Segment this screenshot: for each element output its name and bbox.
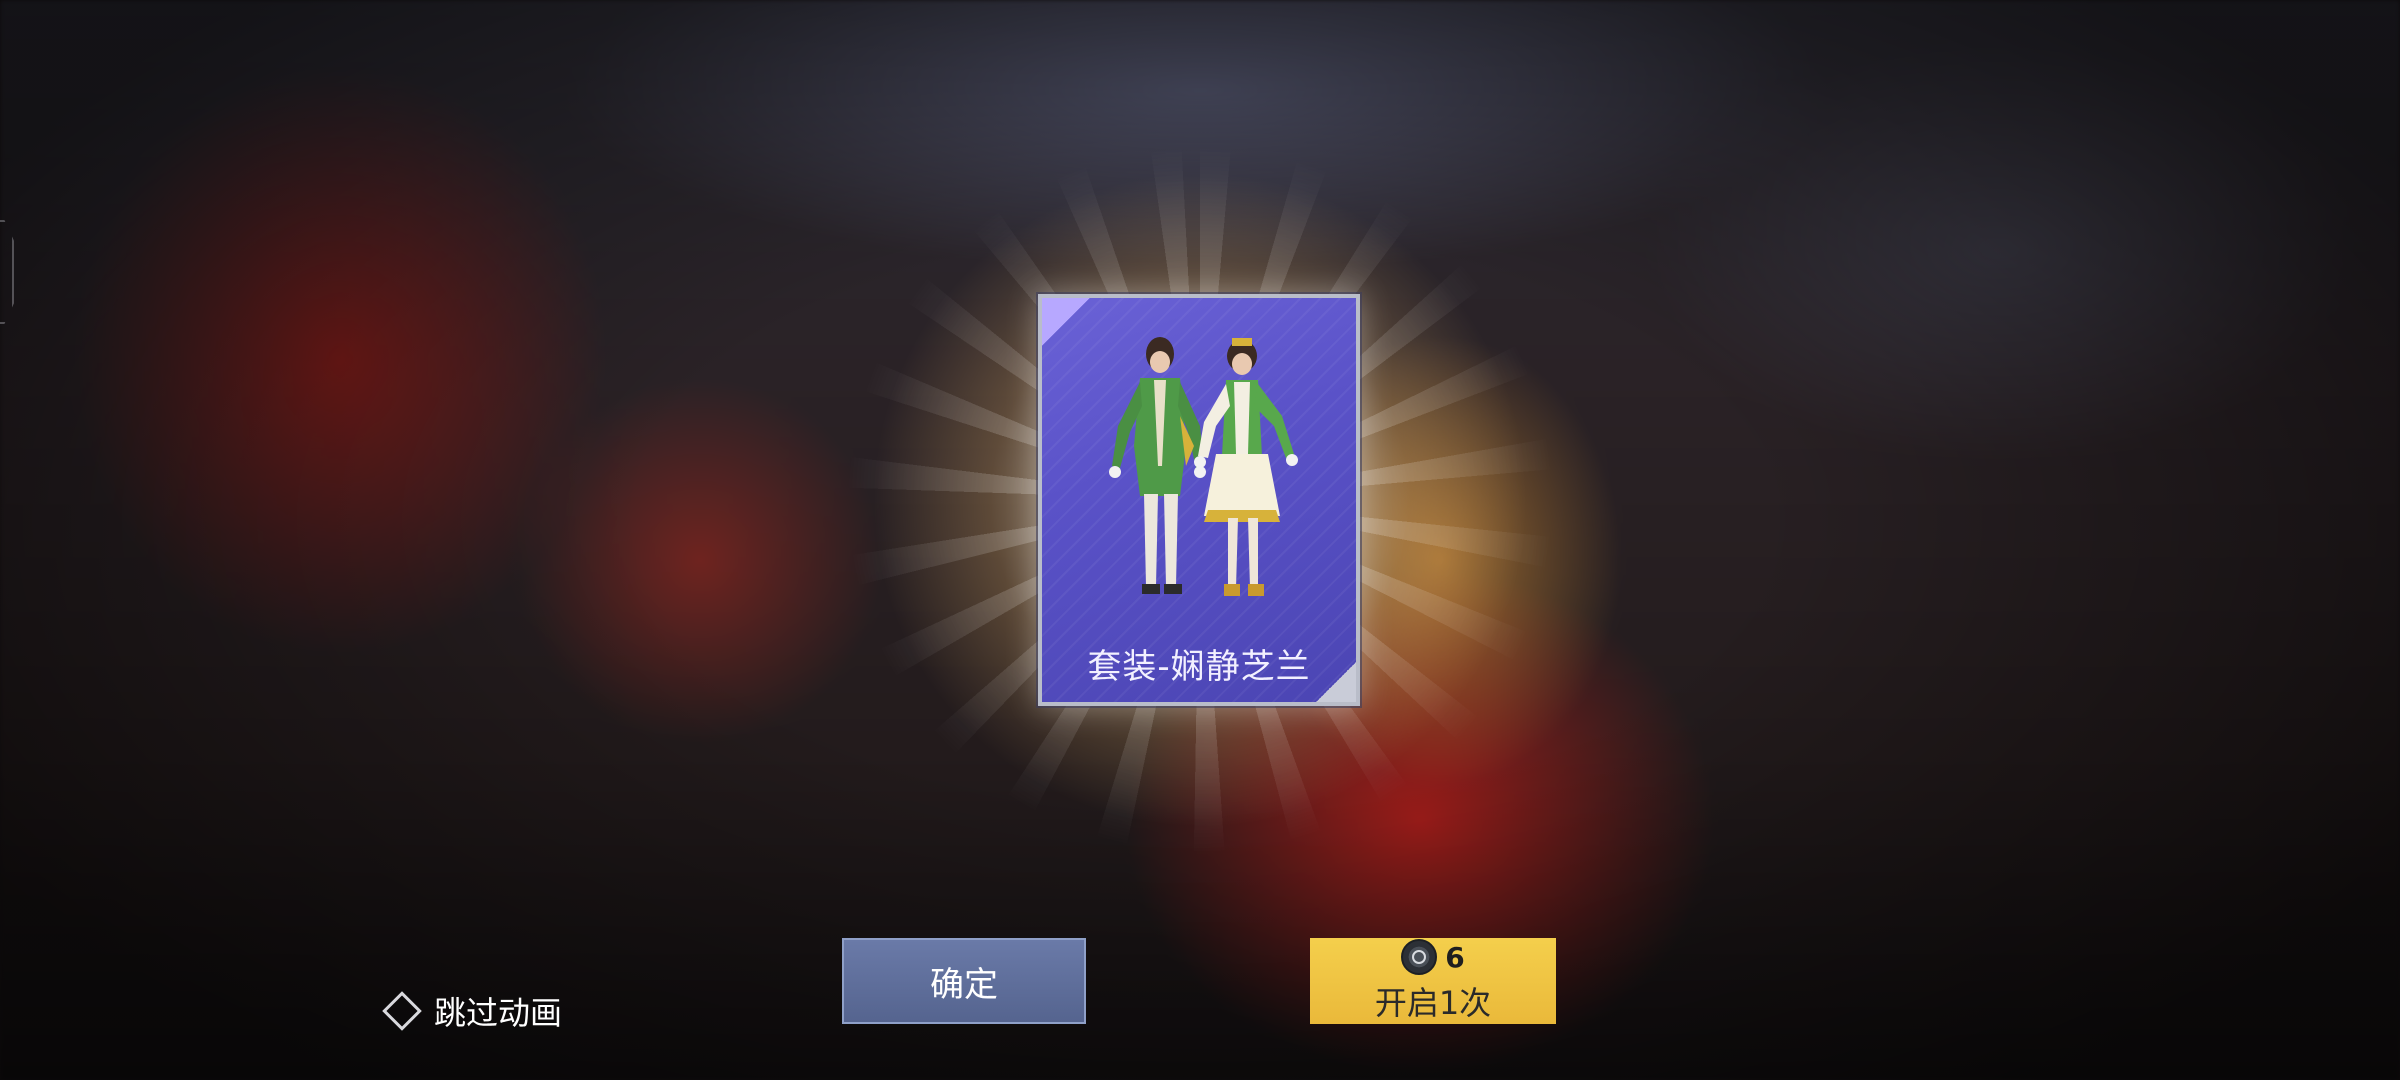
- diamond-checkbox-icon[interactable]: [382, 991, 422, 1031]
- confirm-button-label: 确定: [930, 964, 998, 1005]
- confirm-button[interactable]: 确定: [842, 938, 1086, 1024]
- open-once-label: 开启1次: [1374, 984, 1492, 1022]
- currency-coin-icon: [1401, 939, 1438, 975]
- female-outfit-figure: [1194, 338, 1298, 596]
- outfit-figures-image: [1109, 337, 1298, 596]
- open-once-button[interactable]: 6 开启1次: [1310, 938, 1556, 1024]
- skip-animation-label: 跳过动画: [434, 994, 563, 1032]
- open-cost-amount: 6: [1445, 940, 1465, 974]
- coin-mark-icon: [1412, 950, 1427, 964]
- male-outfit-figure: [1109, 337, 1206, 594]
- reward-item-name: 套装-娴静芝兰: [1087, 647, 1311, 687]
- skip-animation-toggle[interactable]: 跳过动画: [382, 988, 563, 1034]
- open-cost: 6: [1401, 938, 1465, 976]
- reward-card: 套装-娴静芝兰: [1038, 294, 1360, 706]
